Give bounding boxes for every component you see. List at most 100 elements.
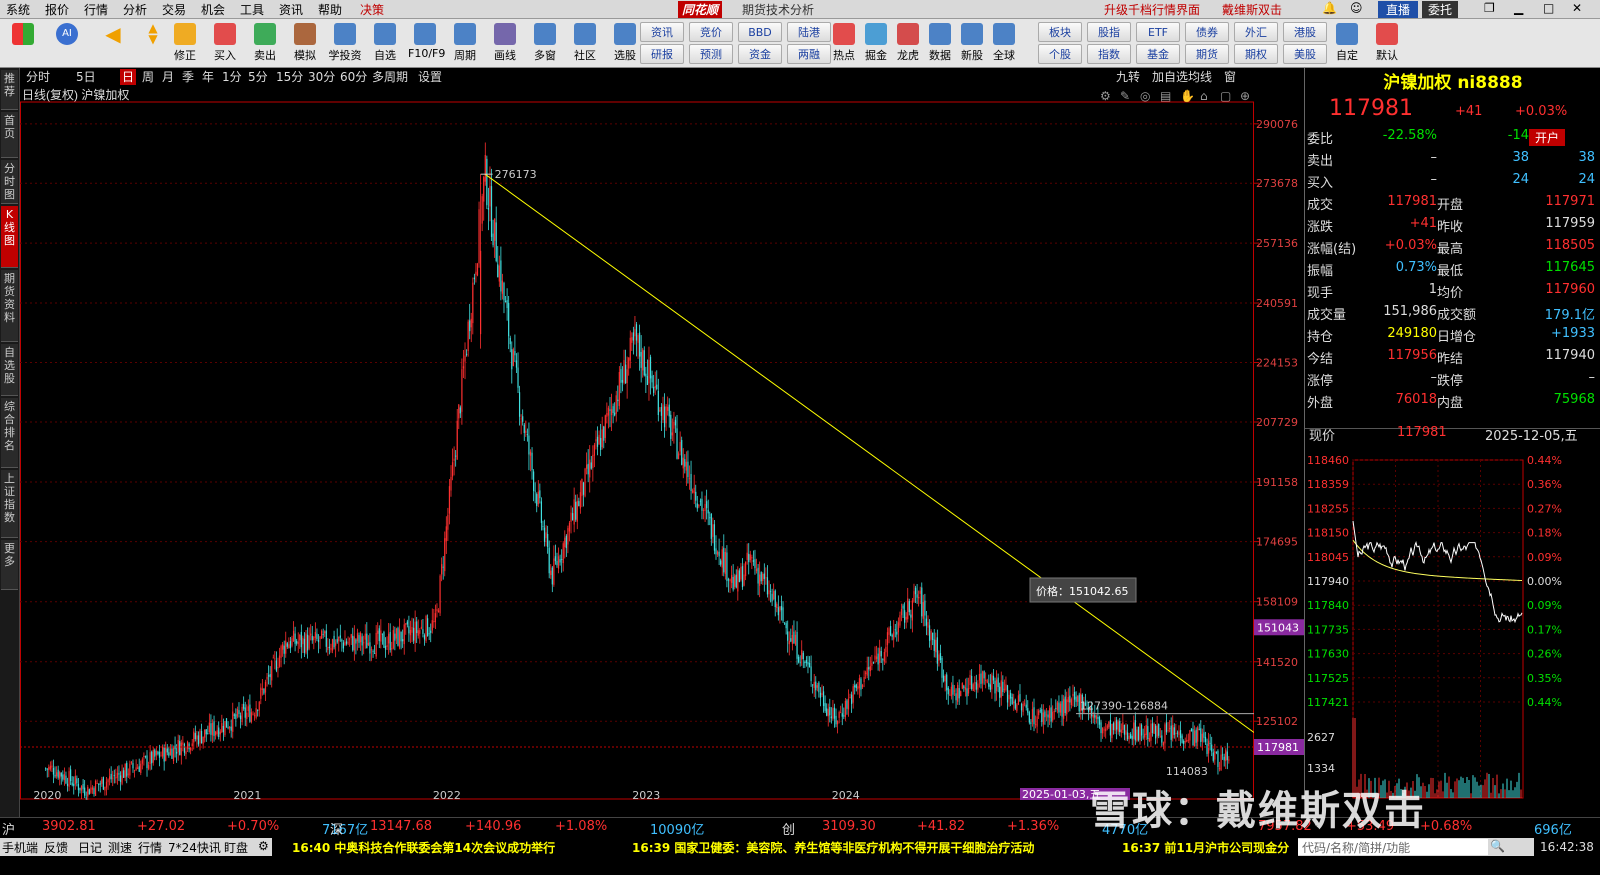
status-link-0[interactable]: 手机端 [2, 839, 38, 856]
quick-button-港股[interactable]: 港股 [1283, 22, 1327, 42]
left-tab-2[interactable]: 分时图 [1, 160, 18, 204]
menu-quote[interactable]: 报价 [45, 1, 69, 18]
user-icon[interactable]: ☺ [1350, 1, 1363, 15]
status-link-1[interactable]: 反馈 [44, 839, 68, 856]
period-13[interactable]: 设置 [416, 69, 444, 85]
toolbar3-button-1[interactable]: 默认 [1370, 21, 1404, 65]
left-tab-3[interactable]: K线图 [1, 206, 18, 268]
quick-button-资金[interactable]: 资金 [738, 44, 782, 64]
toolbar-button-8[interactable]: 画线 [488, 21, 522, 65]
chart-tool-icon[interactable]: ⚙ [1100, 89, 1111, 103]
period-12[interactable]: 多周期 [370, 69, 410, 85]
period-5[interactable]: 季 [180, 69, 196, 85]
toolbar2-button-3[interactable]: 数据 [924, 21, 956, 65]
quick-button-股指[interactable]: 股指 [1087, 22, 1131, 42]
toolbar2-button-1[interactable]: 掘金 [860, 21, 892, 65]
period-2[interactable]: 日 [120, 69, 137, 85]
toolbar-button-10[interactable]: 社区 [568, 21, 602, 65]
quick-button-资讯[interactable]: 资讯 [640, 22, 684, 42]
menu-market[interactable]: 行情 [84, 1, 108, 18]
left-tab-1[interactable]: 首页 [1, 112, 18, 158]
index-name[interactable]: 创 [782, 819, 795, 838]
quick-button-陆港[interactable]: 陆港 [787, 22, 831, 42]
toolbar-button-0[interactable]: 修正 [168, 21, 202, 65]
window-minimize-icon[interactable]: ▁ [1514, 1, 1523, 15]
search-icon[interactable]: 🔍 [1490, 839, 1505, 853]
window-restore-icon[interactable]: ❐ [1484, 1, 1495, 15]
chart-tool-icon[interactable]: ▢ [1220, 89, 1231, 103]
news-item-2[interactable]: 16:37 前11月沪市公司现金分 [1122, 839, 1289, 856]
toolbar-button-5[interactable]: 自选 [368, 21, 402, 65]
menu-tools[interactable]: 工具 [240, 1, 264, 18]
settings-icon[interactable]: ⚙ [258, 839, 269, 853]
chart-tool-icon[interactable]: ◎ [1140, 89, 1150, 103]
quick-button-美股[interactable]: 美股 [1283, 44, 1327, 64]
chart-tool-icon[interactable]: ⊕ [1240, 89, 1250, 103]
period-11[interactable]: 60分 [338, 69, 369, 85]
period-right-1[interactable]: 加自选 [1150, 69, 1190, 85]
user-name[interactable]: 戴维斯双击 [1222, 1, 1282, 18]
toolbar-button-6[interactable]: F10/F9 [408, 21, 445, 65]
search-input[interactable]: 代码/名称/简拼/功能 [1298, 839, 1488, 855]
period-right-3[interactable]: 窗 [1222, 69, 1238, 85]
toolbar2-button-2[interactable]: 龙虎 [892, 21, 924, 65]
period-8[interactable]: 5分 [246, 69, 270, 85]
menu-system[interactable]: 系统 [6, 1, 30, 18]
period-10[interactable]: 30分 [306, 69, 337, 85]
period-4[interactable]: 月 [160, 69, 176, 85]
menu-news[interactable]: 资讯 [279, 1, 303, 18]
toolbar2-button-0[interactable]: 热点 [828, 21, 860, 65]
quick-button-个股[interactable]: 个股 [1038, 44, 1082, 64]
toolbar-button-7[interactable]: 周期 [448, 21, 482, 65]
status-link-6[interactable]: 盯盘 [224, 839, 248, 856]
toolbar-button-9[interactable]: 多窗 [528, 21, 562, 65]
toolbar-button-4[interactable]: 学投资 [328, 21, 362, 65]
news-item-0[interactable]: 16:40 中奥科技合作联委会第14次会议成功举行 [292, 839, 555, 856]
mini-intraday-chart[interactable]: 118460 0.44% 118359 0.36% 118255 0.27% 118150 0… [1305, 448, 1600, 800]
period-1[interactable]: 5日 [74, 69, 98, 85]
left-tab-4[interactable]: 期货资料 [1, 270, 18, 342]
toolbar-button-11[interactable]: 选股 [608, 21, 642, 65]
toolbar-button-1[interactable]: 买入 [208, 21, 242, 65]
period-right-2[interactable]: 均线 [1186, 69, 1214, 85]
quick-button-期权[interactable]: 期权 [1234, 44, 1278, 64]
back-button[interactable]: ◀ [96, 21, 130, 65]
play-icon[interactable] [22, 69, 26, 85]
quick-button-竞价[interactable]: 竞价 [689, 22, 733, 42]
period-right-0[interactable]: 九转 [1114, 69, 1142, 85]
up-down-button[interactable]: ▲ ▼ [136, 21, 170, 65]
chart-tool-icon[interactable]: ▤ [1160, 89, 1171, 103]
menu-trade[interactable]: 交易 [162, 1, 186, 18]
left-tab-5[interactable]: 自选股 [1, 344, 18, 396]
status-link-2[interactable]: 日记 [78, 839, 102, 856]
quick-button-ETF[interactable]: ETF [1136, 22, 1180, 42]
layout-button[interactable] [6, 21, 40, 65]
index-name[interactable]: 深 [330, 819, 343, 838]
quick-button-研报[interactable]: 研报 [640, 44, 684, 64]
window-maximize-icon[interactable]: □ [1543, 1, 1554, 15]
left-tab-7[interactable]: 上证指数 [1, 470, 18, 538]
quick-button-外汇[interactable]: 外汇 [1234, 22, 1278, 42]
weituo-button[interactable]: 委托 [1422, 1, 1459, 18]
status-link-4[interactable]: 行情 [138, 839, 162, 856]
bell-icon[interactable]: 🔔 [1322, 1, 1337, 15]
left-tab-8[interactable]: 更多 [1, 540, 18, 590]
menu-decision[interactable]: 决策 [360, 1, 384, 18]
period-0[interactable]: 分时 [24, 69, 52, 85]
toolbar-button-3[interactable]: 模拟 [288, 21, 322, 65]
toolbar-button-2[interactable]: 卖出 [248, 21, 282, 65]
status-link-5[interactable]: 7*24快讯 [168, 839, 221, 856]
status-link-3[interactable]: 测速 [108, 839, 132, 856]
upgrade-link[interactable]: 升级千档行情界面 [1104, 1, 1200, 18]
chart-tool-icon[interactable]: ✋ [1180, 89, 1195, 103]
news-item-1[interactable]: 16:39 国家卫健委：美容院、养生馆等非医疗机构不得开展干细胞治疗活动 [632, 839, 1034, 856]
live-button[interactable]: 直播 [1378, 1, 1419, 18]
toolbar2-button-4[interactable]: 新股 [956, 21, 988, 65]
period-6[interactable]: 年 [200, 69, 216, 85]
period-9[interactable]: 15分 [274, 69, 305, 85]
quick-button-BBD[interactable]: BBD [738, 22, 782, 42]
ai-button[interactable]: AI [50, 21, 84, 65]
quick-button-预测[interactable]: 预测 [689, 44, 733, 64]
index-name[interactable]: 沪 [2, 819, 15, 838]
quick-button-期货[interactable]: 期货 [1185, 44, 1229, 64]
